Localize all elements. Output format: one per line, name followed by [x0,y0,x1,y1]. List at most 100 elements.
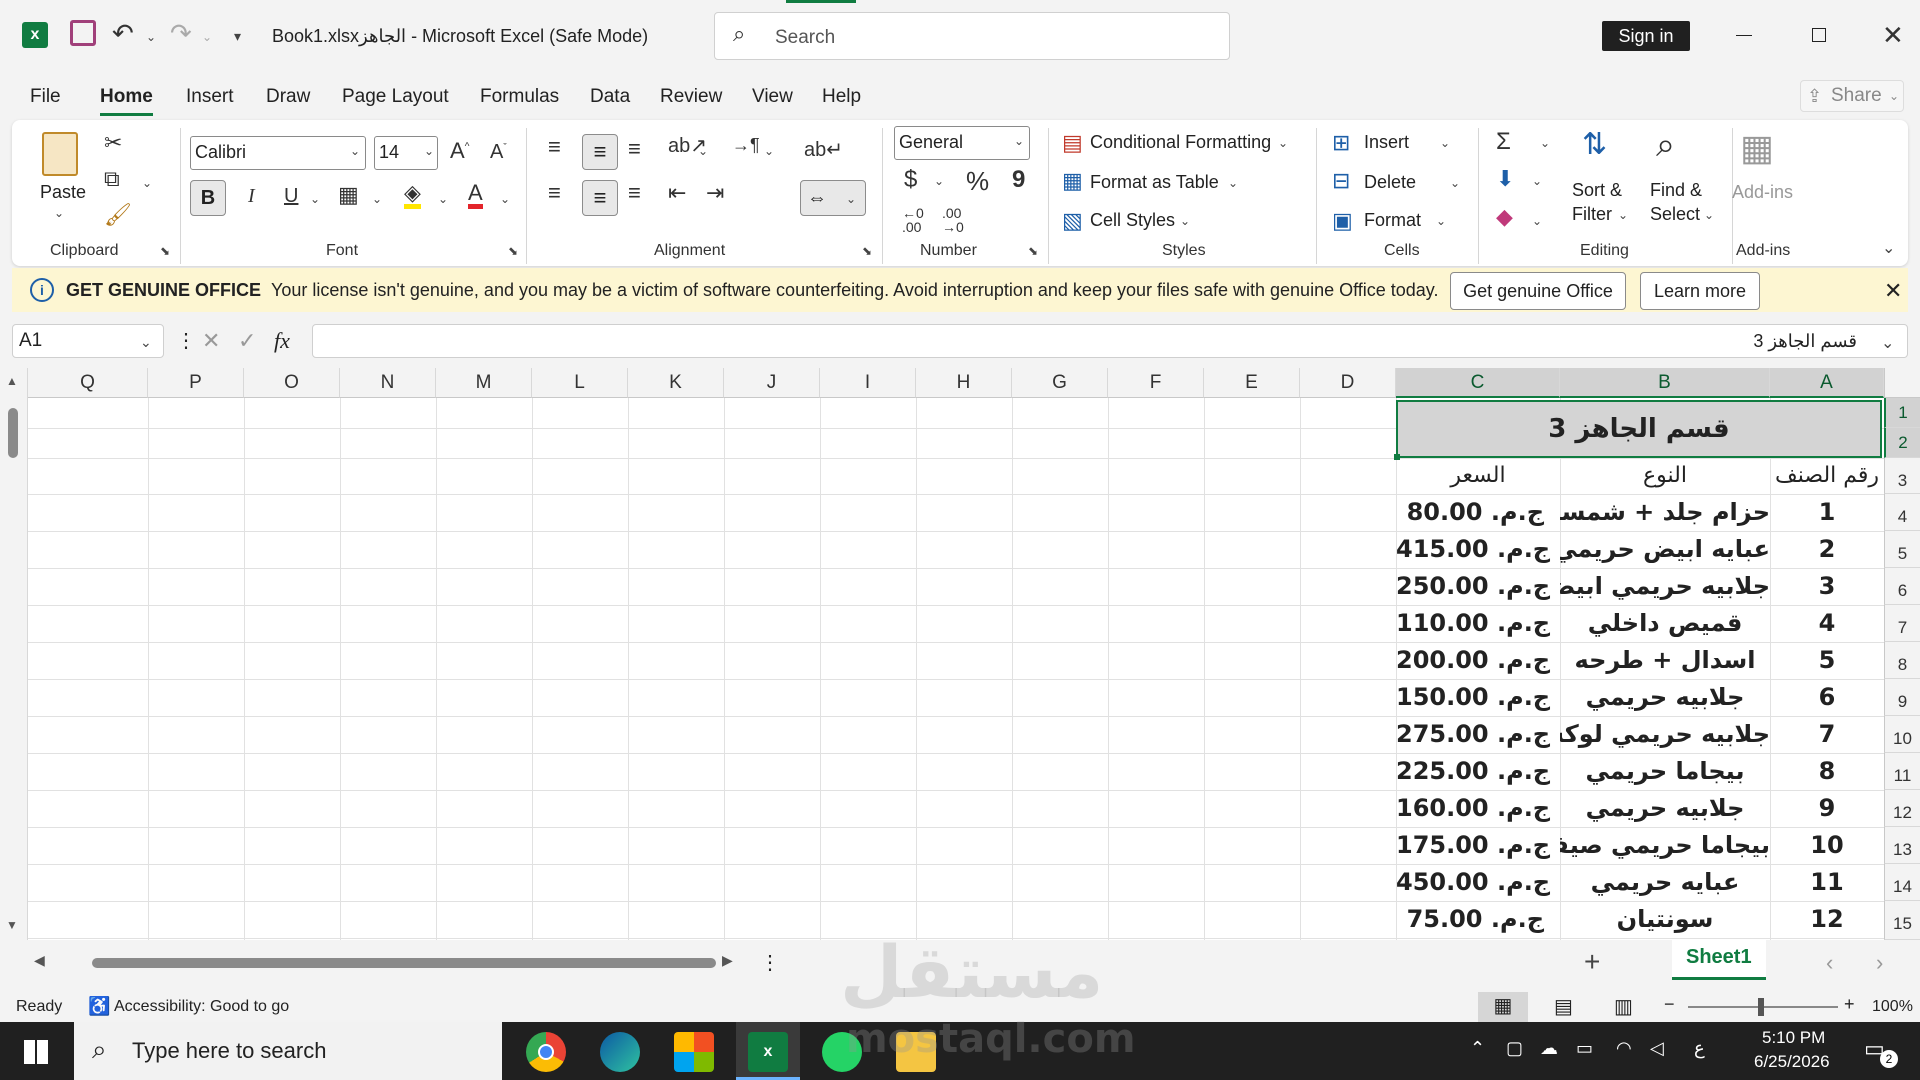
grow-font-icon[interactable]: A^ [450,140,469,162]
input-language[interactable]: ع [1694,1038,1705,1059]
row-header-7[interactable]: 7 [1884,605,1920,642]
zoom-in-icon[interactable]: + [1844,994,1855,1015]
row-header-12[interactable]: 12 [1884,790,1920,827]
cell-price[interactable]: ج.م. 275.00 [1396,716,1560,753]
row-header-1[interactable]: 1 [1884,398,1920,428]
fill-color-dropdown-icon[interactable]: ⌄ [438,192,448,206]
learn-more-button[interactable]: Learn more [1640,272,1760,310]
row-header-8[interactable]: 8 [1884,642,1920,679]
clock-date[interactable]: 6/25/2026 [1754,1052,1830,1072]
row-header-3[interactable]: 3 [1884,458,1920,494]
font-size-dropdown-icon[interactable]: ⌄ [424,144,434,158]
column-header-c[interactable]: C [1396,368,1560,398]
column-header-q[interactable]: Q [28,368,148,398]
number-launcher-icon[interactable]: ⬊ [1028,244,1038,258]
text-direction-icon[interactable]: →¶ [732,136,760,154]
increase-indent-icon[interactable]: ⇥ [706,182,724,204]
cell-number[interactable]: 11 [1770,864,1884,901]
shrink-font-icon[interactable]: Aˇ [490,142,507,162]
tray-device-icon[interactable]: ▢ [1506,1038,1523,1059]
fill-color-icon[interactable]: ◈ [404,182,421,209]
minimize-icon[interactable] [1736,35,1752,36]
scroll-right-icon[interactable]: ▶ [722,952,733,969]
borders-dropdown-icon[interactable]: ⌄ [372,192,382,206]
orientation-dropdown-icon[interactable]: ⌄ [698,144,708,158]
close-icon[interactable]: ✕ [1882,22,1904,48]
find-select-dropdown-icon[interactable]: ⌄ [1704,208,1714,222]
tab-review[interactable]: Review [660,86,722,108]
format-cells-icon[interactable]: ▣ [1332,210,1353,232]
tab-file[interactable]: File [30,86,61,108]
cell-number[interactable]: 2 [1770,531,1884,568]
windows-start-icon[interactable] [24,1040,48,1064]
formula-expand-icon[interactable]: ⌄ [1881,333,1894,353]
edge-icon[interactable] [600,1032,640,1072]
column-header-o[interactable]: O [244,368,340,398]
volume-icon[interactable]: ◁ [1650,1038,1664,1059]
row-header-4[interactable]: 4 [1884,494,1920,531]
decrease-indent-icon[interactable]: ⇤ [668,182,686,204]
row-header-15[interactable]: 15 [1884,901,1920,940]
column-header-n[interactable]: N [340,368,436,398]
cell-type[interactable]: سونتيان [1560,901,1770,938]
format-cells-button[interactable]: Format [1364,210,1421,231]
align-left-icon[interactable]: ≡ [548,182,561,204]
row-header-14[interactable]: 14 [1884,864,1920,901]
font-color-dropdown-icon[interactable]: ⌄ [500,192,510,206]
cell-number[interactable]: 10 [1770,827,1884,864]
currency-icon[interactable]: $ [904,168,917,192]
enter-icon[interactable]: ✓ [238,328,256,354]
taskbar-search[interactable]: ⌕ Type here to search [74,1022,502,1080]
row-header-5[interactable]: 5 [1884,531,1920,568]
tab-insert[interactable]: Insert [186,86,234,108]
font-color-icon[interactable]: A [468,182,483,209]
tab-data[interactable]: Data [590,86,630,108]
autosum-icon[interactable]: Σ [1496,130,1511,154]
vertical-scrollbar[interactable] [8,408,18,458]
borders-icon[interactable]: ▦ [338,184,359,206]
store-icon[interactable] [674,1032,714,1072]
cell-price[interactable]: ج.م. 175.00 [1396,827,1560,864]
cut-icon[interactable]: ✂ [104,132,122,154]
cell-type[interactable]: بيجاما حريمي صيفي [1560,827,1770,864]
wrap-text-icon[interactable]: ab↵ [804,140,843,160]
undo-dropdown-icon[interactable]: ⌄ [146,30,156,44]
save-icon[interactable] [70,20,96,46]
cancel-icon[interactable]: ✕ [202,328,220,354]
alignment-launcher-icon[interactable]: ⬊ [862,244,872,258]
insert-dropdown-icon[interactable]: ⌄ [1440,136,1450,150]
cell-price[interactable]: ج.م. 200.00 [1396,642,1560,679]
accessibility-status[interactable]: Accessibility: Good to go [114,998,289,1016]
paste-icon[interactable] [42,132,78,176]
cell-number[interactable]: 8 [1770,753,1884,790]
row-header-2[interactable]: 2 [1884,428,1920,458]
fill-icon[interactable]: ⬇ [1496,168,1514,190]
sort-filter-button-line2[interactable]: Filter [1572,204,1612,225]
decrease-decimal-icon[interactable]: .00 →0 [942,206,964,234]
column-header-g[interactable]: G [1012,368,1108,398]
get-genuine-office-button[interactable]: Get genuine Office [1450,272,1626,310]
delete-cells-icon[interactable]: ⊟ [1332,170,1350,192]
cell-number[interactable]: 12 [1770,901,1884,938]
formula-input[interactable]: قسم الجاهز 3 ⌄ [312,324,1908,358]
cell-type[interactable]: بيجاما حريمي [1560,753,1770,790]
cell-type[interactable]: عبايه حريمي [1560,864,1770,901]
underline-button[interactable]: U [284,186,298,206]
header-cell-price[interactable]: السعر [1396,458,1560,494]
more-options-icon[interactable]: ⋮ [176,328,196,353]
align-middle-button[interactable]: ≡ [582,134,618,170]
column-header-p[interactable]: P [148,368,244,398]
cell-type[interactable]: جلابيه حريمي [1560,679,1770,716]
row-header-6[interactable]: 6 [1884,568,1920,605]
autosum-dropdown-icon[interactable]: ⌄ [1540,136,1550,150]
cell-type[interactable]: حزام جلد + شمسيه [1560,494,1770,531]
tab-home[interactable]: Home [100,86,153,116]
worksheet-grid[interactable]: ▲ ▼ Q P O N M L K J I H G F E D C B A 1 … [0,368,1920,940]
column-header-i[interactable]: I [820,368,916,398]
align-bottom-icon[interactable]: ≡ [628,138,641,160]
clear-dropdown-icon[interactable]: ⌄ [1532,214,1542,228]
italic-button[interactable]: I [248,186,255,206]
search-box[interactable]: ⌕ Search [714,12,1230,60]
column-header-m[interactable]: M [436,368,532,398]
cell-price[interactable]: ج.م. 450.00 [1396,864,1560,901]
